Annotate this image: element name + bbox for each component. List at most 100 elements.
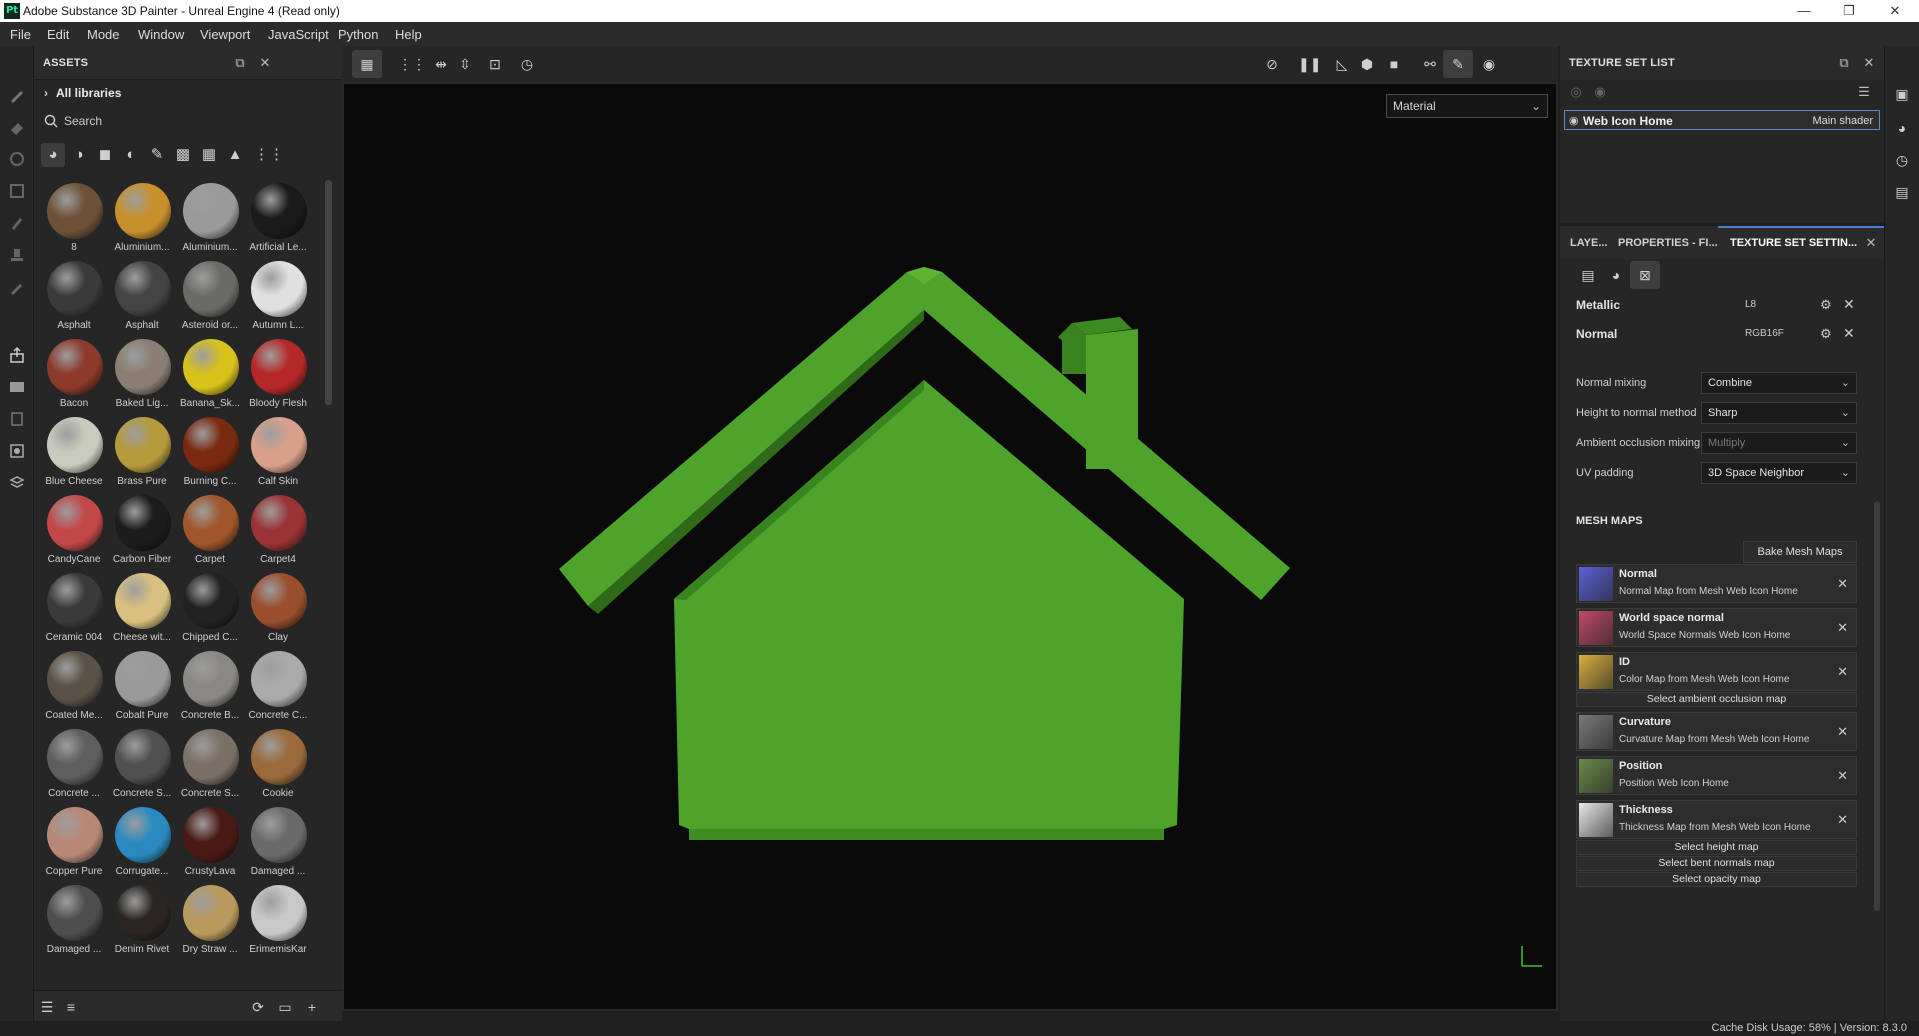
screenshot-icon[interactable]: ◉ xyxy=(1479,54,1499,74)
mesh-map-slot[interactable]: Position Position Web Icon Home ✕ xyxy=(1576,756,1857,795)
display-settings-icon[interactable]: ⚯ xyxy=(1420,54,1440,74)
material-tile[interactable]: Ceramic 004 xyxy=(40,570,108,648)
fit-view-icon[interactable]: ⊡ xyxy=(485,54,505,74)
material-tile[interactable]: Dry Straw ... xyxy=(176,882,244,960)
geometry-mask-icon[interactable] xyxy=(8,182,26,200)
visibility-off-icon[interactable]: ◎ xyxy=(1568,84,1584,100)
close-panel-icon[interactable]: ✕ xyxy=(1861,55,1877,71)
symmetry-icon[interactable]: ⇹ xyxy=(431,54,451,74)
material-tile[interactable]: Blue Cheese xyxy=(40,414,108,492)
filter-textures-icon[interactable]: ▦ xyxy=(197,143,221,167)
menu-window[interactable]: Window xyxy=(138,27,184,42)
close-icon[interactable]: ✕ xyxy=(1837,768,1848,784)
hide-icon[interactable]: ⊘ xyxy=(1262,54,1282,74)
camera-grid-icon[interactable]: ▦ xyxy=(352,50,382,78)
menu-mode[interactable]: Mode xyxy=(87,27,120,42)
material-tile[interactable]: Denim Rivet xyxy=(108,882,176,960)
close-icon[interactable]: ✕ xyxy=(1843,325,1855,342)
export-icon[interactable] xyxy=(8,346,26,364)
material-tile[interactable]: Brass Pure xyxy=(108,414,176,492)
material-tile[interactable]: Concrete ... xyxy=(40,726,108,804)
material-tile[interactable]: Bacon xyxy=(40,336,108,414)
all-libraries-row[interactable]: › All libraries xyxy=(44,86,334,104)
shader-settings-icon[interactable]: ◕ xyxy=(1892,118,1912,138)
paint-mode-icon[interactable]: ✎ xyxy=(1443,50,1473,78)
refresh-icon[interactable]: ⟳ xyxy=(249,998,267,1016)
float-panel-icon[interactable]: ⧉ xyxy=(232,55,248,71)
gear-icon[interactable]: ⚙ xyxy=(1820,326,1832,342)
eye-icon[interactable]: ◉ xyxy=(1569,114,1579,127)
material-tile[interactable]: Calf Skin xyxy=(244,414,312,492)
grid-view-icon[interactable]: ⋮⋮ xyxy=(254,143,284,167)
mesh-map-slot[interactable]: Curvature Curvature Map from Mesh Web Ico… xyxy=(1576,712,1857,751)
close-icon[interactable]: ✕ xyxy=(1837,664,1848,680)
close-icon[interactable]: ✕ xyxy=(1837,724,1848,740)
select-map-button[interactable]: Select height map xyxy=(1576,840,1857,855)
menu-file[interactable]: File xyxy=(10,27,31,42)
view-3d-icon[interactable]: ⬢ xyxy=(1357,54,1377,74)
texture-set-item[interactable]: ◉ Web Icon Home Main shader xyxy=(1564,110,1880,130)
close-icon[interactable]: ✕ xyxy=(1843,296,1855,313)
material-tile[interactable]: Burning C... xyxy=(176,414,244,492)
photo-icon[interactable] xyxy=(8,442,26,460)
minimize-button[interactable]: — xyxy=(1781,0,1827,22)
material-tile[interactable]: Carpet4 xyxy=(244,492,312,570)
viewport-3d[interactable]: Material ⌄ xyxy=(342,82,1558,1011)
tab-texture-set-settings[interactable]: TEXTURE SET SETTIN... xyxy=(1730,237,1857,249)
search-input[interactable]: Search xyxy=(64,114,102,128)
add-icon[interactable]: + xyxy=(303,998,321,1016)
history-icon[interactable]: ◷ xyxy=(1892,150,1912,170)
material-tile[interactable]: Aluminium... xyxy=(176,180,244,258)
material-tile[interactable]: Damaged ... xyxy=(244,804,312,882)
filter-environments-icon[interactable]: ▲ xyxy=(223,143,247,167)
material-tile[interactable]: ErimemisKar xyxy=(244,882,312,960)
menu-icon[interactable]: ☰ xyxy=(1856,84,1872,100)
smudge-icon[interactable] xyxy=(8,214,26,232)
material-mode-select[interactable]: Material ⌄ xyxy=(1386,94,1548,118)
filter-smart-materials-icon[interactable]: ◑ xyxy=(67,143,91,167)
clone-stamp-icon[interactable] xyxy=(8,246,26,264)
material-tile[interactable]: Cookie xyxy=(244,726,312,804)
log-icon[interactable]: ▤ xyxy=(1892,182,1912,202)
paint-brush-icon[interactable] xyxy=(8,86,26,104)
material-tile[interactable]: Concrete S... xyxy=(176,726,244,804)
menu-python[interactable]: Python xyxy=(338,27,378,42)
menu-javascript[interactable]: JavaScript xyxy=(268,27,329,42)
material-tile[interactable]: Copper Pure xyxy=(40,804,108,882)
texture-set-icon[interactable]: ▤ xyxy=(1578,265,1598,285)
material-tile[interactable]: Bloody Flesh xyxy=(244,336,312,414)
tab-layers[interactable]: LAYE... xyxy=(1570,237,1608,249)
layers-stack-icon[interactable] xyxy=(8,410,26,428)
close-icon[interactable]: ✕ xyxy=(1837,812,1848,828)
select-map-button[interactable]: Select opacity map xyxy=(1576,872,1857,887)
menu-viewport[interactable]: Viewport xyxy=(200,27,250,42)
uv-padding-select[interactable]: 3D Space Neighbor ⌄ xyxy=(1701,462,1857,484)
channel-format[interactable]: RGB16F xyxy=(1745,328,1784,339)
tiling-icon[interactable]: ⋮⋮ xyxy=(398,54,426,74)
new-folder-icon[interactable]: ▭ xyxy=(276,998,294,1016)
list-view-icon[interactable]: ☰ xyxy=(38,998,56,1016)
material-tile[interactable]: Baked Lig... xyxy=(108,336,176,414)
tab-properties[interactable]: PROPERTIES - FI... xyxy=(1618,237,1718,249)
history-icon[interactable]: ◷ xyxy=(517,54,537,74)
assets-scrollbar[interactable] xyxy=(325,180,332,405)
bake-mesh-maps-button[interactable]: Bake Mesh Maps xyxy=(1743,541,1857,563)
close-panel-icon[interactable]: ✕ xyxy=(1863,235,1879,251)
material-tile[interactable]: Chipped C... xyxy=(176,570,244,648)
gear-icon[interactable]: ⚙ xyxy=(1820,297,1832,313)
material-tile[interactable]: Cobalt Pure xyxy=(108,648,176,726)
material-tile[interactable]: Concrete B... xyxy=(176,648,244,726)
menu-help[interactable]: Help xyxy=(395,27,422,42)
close-icon[interactable]: ✕ xyxy=(1837,576,1848,592)
material-tile[interactable]: Aluminium... xyxy=(108,180,176,258)
eraser-icon[interactable] xyxy=(8,118,26,136)
filter-procedurals-icon[interactable]: ▩ xyxy=(171,143,195,167)
material-tile[interactable]: 8 xyxy=(40,180,108,258)
settings-scrollbar[interactable] xyxy=(1874,501,1880,911)
mesh-map-slot[interactable]: Thickness Thickness Map from Mesh Web Ico… xyxy=(1576,800,1857,839)
material-icon[interactable]: ◕ xyxy=(1606,265,1626,285)
pause-icon[interactable]: ❚❚ xyxy=(1298,54,1321,74)
material-tile[interactable]: Asphalt xyxy=(40,258,108,336)
material-tile[interactable]: Concrete S... xyxy=(108,726,176,804)
material-tile[interactable]: Artificial Le... xyxy=(244,180,312,258)
